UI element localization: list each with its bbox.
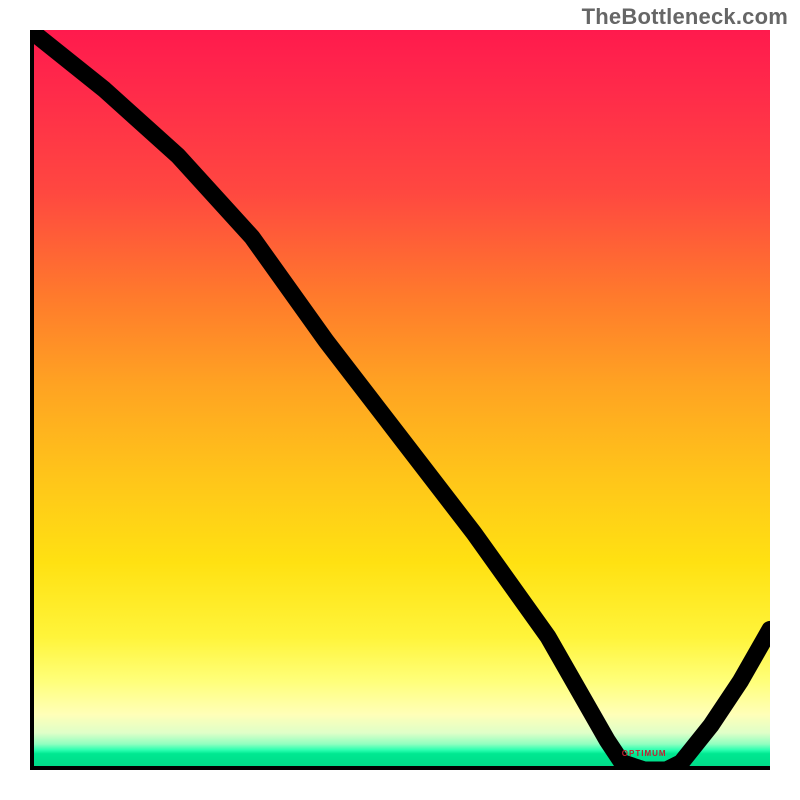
optimum-marker-label: OPTIMUM	[622, 749, 667, 758]
bottleneck-curve	[30, 30, 770, 770]
curve-path	[30, 30, 770, 770]
watermark-text: TheBottleneck.com	[582, 4, 788, 30]
chart-area: OPTIMUM	[30, 30, 770, 770]
